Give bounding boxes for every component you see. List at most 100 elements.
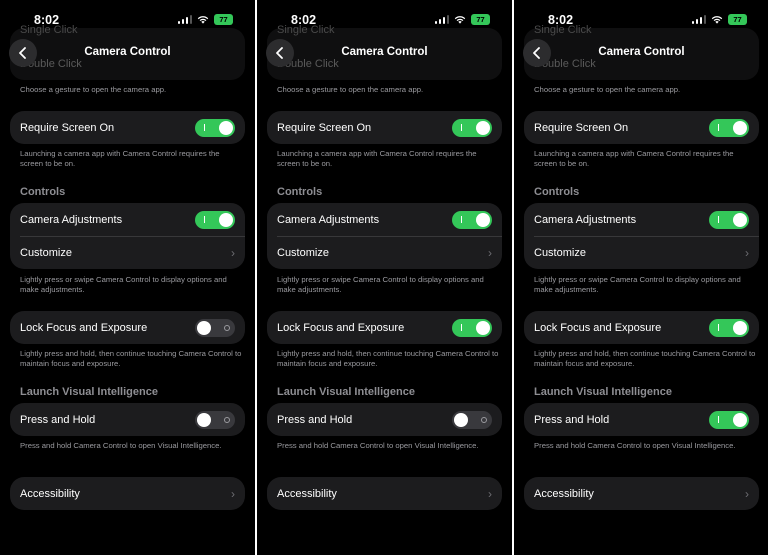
page-title: Camera Control (341, 46, 428, 58)
wifi-icon (454, 16, 466, 24)
lock-focus-row: Lock Focus and Exposure (10, 311, 245, 344)
camera-adjustments-toggle[interactable] (709, 210, 749, 229)
press-hold-label: Press and Hold (277, 413, 353, 426)
gesture-footnote: Choose a gesture to open the camera app. (534, 85, 681, 94)
require-screen-on-toggle[interactable] (195, 118, 235, 137)
lock-focus-toggle[interactable] (452, 318, 492, 337)
require-screen-on-label: Require Screen On (534, 121, 629, 134)
wifi-icon (197, 16, 209, 24)
accessibility-label: Accessibility (277, 487, 337, 500)
customize-row[interactable]: Customize › (267, 236, 502, 269)
camera-adjustments-row: Camera Adjustments (267, 203, 502, 236)
require-screen-on-row: Require Screen On (10, 111, 245, 144)
controls-card: Camera Adjustments Customize › (267, 203, 502, 269)
press-hold-footnote: Press and hold Camera Control to open Vi… (277, 441, 479, 450)
lock-focus-toggle[interactable] (195, 318, 235, 337)
battery-icon: 77 (728, 14, 747, 25)
require-screen-on-toggle[interactable] (452, 118, 492, 137)
chevron-right-icon: › (488, 486, 492, 501)
accessibility-label: Accessibility (20, 487, 80, 500)
chevron-right-icon: › (231, 245, 235, 260)
status-time: 8:02 (291, 13, 317, 27)
controls-footnote: Lightly press or swipe Camera Control to… (534, 275, 741, 294)
accessibility-row[interactable]: Accessibility › (267, 477, 502, 510)
press-hold-toggle[interactable] (709, 410, 749, 429)
controls-card: Camera Adjustments Customize › (524, 203, 759, 269)
page-title: Camera Control (84, 46, 171, 58)
visual-intelligence-header: Launch Visual Intelligence (277, 386, 415, 398)
visual-intelligence-header: Launch Visual Intelligence (534, 386, 672, 398)
status-icons: 77 (691, 14, 747, 25)
lock-focus-card: Lock Focus and Exposure (524, 311, 759, 344)
accessibility-card: Accessibility › (267, 477, 502, 510)
press-hold-footnote: Press and hold Camera Control to open Vi… (20, 441, 222, 450)
press-hold-row: Press and Hold (267, 403, 502, 436)
press-hold-toggle[interactable] (452, 410, 492, 429)
require-screen-on-label: Require Screen On (277, 121, 372, 134)
require-screen-footnote: Launching a camera app with Camera Contr… (277, 149, 477, 168)
chevron-right-icon: › (488, 245, 492, 260)
cellular-signal-icon (691, 15, 706, 24)
lock-focus-card: Lock Focus and Exposure (10, 311, 245, 344)
press-hold-toggle[interactable] (195, 410, 235, 429)
phone-screen: Single Click Double Click 8:02 77 Camera… (0, 0, 255, 555)
wifi-icon (711, 16, 723, 24)
press-hold-footnote: Press and hold Camera Control to open Vi… (534, 441, 736, 450)
lock-focus-card: Lock Focus and Exposure (267, 311, 502, 344)
press-hold-row: Press and Hold (10, 403, 245, 436)
controls-header: Controls (20, 186, 66, 198)
accessibility-row[interactable]: Accessibility › (524, 477, 759, 510)
gesture-footnote: Choose a gesture to open the camera app. (277, 85, 424, 94)
cellular-signal-icon (177, 15, 192, 24)
customize-label: Customize (534, 246, 586, 259)
camera-adjustments-label: Camera Adjustments (20, 213, 123, 226)
cellular-signal-icon (434, 15, 449, 24)
camera-adjustments-label: Camera Adjustments (277, 213, 380, 226)
customize-row[interactable]: Customize › (524, 236, 759, 269)
visual-intelligence-card: Press and Hold (10, 403, 245, 436)
lock-focus-row: Lock Focus and Exposure (524, 311, 759, 344)
press-hold-label: Press and Hold (534, 413, 610, 426)
camera-adjustments-toggle[interactable] (195, 210, 235, 229)
lock-focus-footnote: Lightly press and hold, then continue to… (277, 349, 499, 368)
lock-focus-footnote: Lightly press and hold, then continue to… (534, 349, 756, 368)
camera-adjustments-label: Camera Adjustments (534, 213, 637, 226)
visual-intelligence-card: Press and Hold (267, 403, 502, 436)
require-screen-footnote: Launching a camera app with Camera Contr… (20, 149, 220, 168)
require-screen-on-label: Require Screen On (20, 121, 115, 134)
customize-label: Customize (20, 246, 72, 259)
lock-focus-toggle[interactable] (709, 318, 749, 337)
require-screen-on-row: Require Screen On (267, 111, 502, 144)
controls-header: Controls (534, 186, 580, 198)
chevron-right-icon: › (231, 486, 235, 501)
lock-focus-footnote: Lightly press and hold, then continue to… (20, 349, 242, 368)
controls-card: Camera Adjustments Customize › (10, 203, 245, 269)
require-screen-footnote: Launching a camera app with Camera Contr… (534, 149, 734, 168)
accessibility-card: Accessibility › (10, 477, 245, 510)
controls-footnote: Lightly press or swipe Camera Control to… (277, 275, 484, 294)
battery-icon: 77 (471, 14, 490, 25)
gesture-footnote: Choose a gesture to open the camera app. (20, 85, 167, 94)
controls-footnote: Lightly press or swipe Camera Control to… (20, 275, 227, 294)
camera-adjustments-toggle[interactable] (452, 210, 492, 229)
camera-adjustments-row: Camera Adjustments (524, 203, 759, 236)
lock-focus-label: Lock Focus and Exposure (534, 321, 662, 334)
battery-icon: 77 (214, 14, 233, 25)
lock-focus-row: Lock Focus and Exposure (267, 311, 502, 344)
visual-intelligence-header: Launch Visual Intelligence (20, 386, 158, 398)
phone-screen: Single Click Double Click 8:02 77 Camera… (257, 0, 512, 555)
phone-screen: Single Click Double Click 8:02 77 Camera… (514, 0, 768, 555)
camera-adjustments-row: Camera Adjustments (10, 203, 245, 236)
require-screen-card: Require Screen On (267, 111, 502, 144)
customize-row[interactable]: Customize › (10, 236, 245, 269)
lock-focus-label: Lock Focus and Exposure (277, 321, 405, 334)
press-hold-label: Press and Hold (20, 413, 96, 426)
status-time: 8:02 (548, 13, 574, 27)
require-screen-card: Require Screen On (10, 111, 245, 144)
require-screen-on-row: Require Screen On (524, 111, 759, 144)
visual-intelligence-card: Press and Hold (524, 403, 759, 436)
accessibility-row[interactable]: Accessibility › (10, 477, 245, 510)
customize-label: Customize (277, 246, 329, 259)
require-screen-card: Require Screen On (524, 111, 759, 144)
require-screen-on-toggle[interactable] (709, 118, 749, 137)
